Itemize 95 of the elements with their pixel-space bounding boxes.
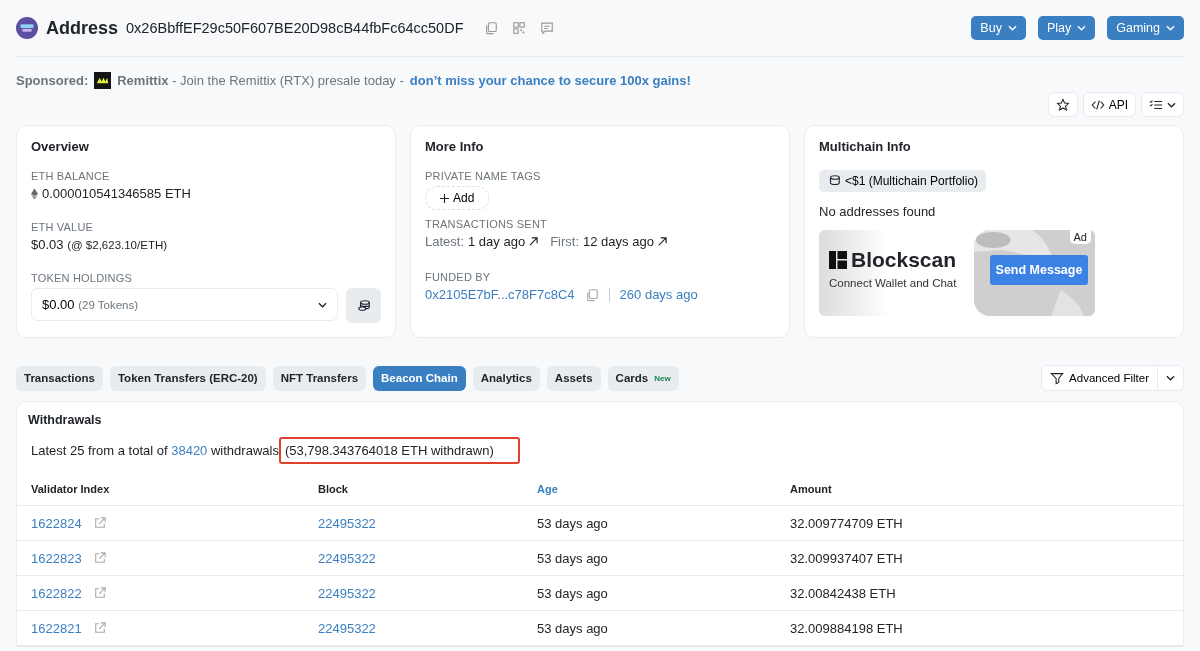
ethereum-icon [31, 187, 38, 200]
page-title: Address [46, 17, 119, 39]
panel-title: Withdrawals [27, 413, 103, 427]
address-hash: 0x26BbffEF29c50F607BE20D98cB44fbFc64cc50DF [126, 20, 464, 36]
total-link[interactable]: 38420 [171, 443, 208, 458]
table-cell: 32.009884198 ETH [790, 621, 903, 636]
card-title: Overview [31, 139, 90, 154]
column-header: Validator Index [31, 483, 110, 495]
send-message-button[interactable]: Send Message [989, 255, 1089, 285]
card-title: More Info [425, 139, 485, 154]
block-link[interactable]: 22495322 [318, 586, 376, 601]
table-cell: 32.009937407 ETH [790, 551, 903, 566]
token-holdings-dropdown[interactable]: $0.00 (29 Tokens) [31, 288, 338, 321]
coins-icon [827, 174, 841, 188]
copy-icon[interactable] [584, 287, 599, 302]
add-tag-button[interactable]: Add [425, 186, 490, 210]
coins-icon [356, 298, 371, 313]
menu-button[interactable]: Play [1037, 16, 1096, 40]
ad-badge: Ad [1069, 230, 1091, 244]
field-label: TRANSACTIONS SENT [425, 218, 548, 230]
logo-icon [94, 72, 112, 89]
sponsored-link[interactable]: don’t miss your chance to secure 100x gains! [409, 73, 691, 88]
chevron-down-icon [1166, 25, 1175, 31]
external-link-icon[interactable] [93, 587, 106, 599]
table-cell: 53 days ago [537, 586, 608, 601]
latest-link[interactable]: 1 day ago [468, 234, 526, 249]
card-title: Multichain Info [819, 139, 912, 154]
portfolio-button[interactable]: <$1 (Multichain Portfolio) [819, 170, 987, 192]
table-cell: 32.009774709 ETH [790, 516, 903, 531]
menu-button[interactable]: Buy [971, 16, 1026, 40]
table-cell: 53 days ago [537, 516, 608, 531]
field-label: ETH BALANCE [31, 170, 111, 182]
favorite-button[interactable] [1047, 92, 1078, 117]
table-cell: 53 days ago [537, 551, 608, 566]
advanced-filter-button[interactable]: Advanced Filter [1041, 365, 1158, 391]
first-link[interactable]: 12 days ago [583, 234, 654, 249]
sponsored-text: Remittix - Join the Remittix (RTX) presale today - [117, 73, 404, 88]
column-header[interactable]: Age [537, 483, 558, 495]
filter-dropdown-button[interactable] [1158, 365, 1184, 391]
chevron-down-icon [1167, 101, 1176, 108]
validator-link[interactable]: 1622824 [31, 516, 82, 531]
tab[interactable]: Beacon Chain [373, 365, 466, 391]
field-label: ETH VALUE [31, 221, 95, 233]
block-link[interactable]: 22495322 [318, 516, 376, 531]
external-link-icon[interactable] [93, 552, 106, 564]
column-header: Amount [790, 483, 832, 495]
menu-button[interactable]: Gaming [1107, 16, 1184, 40]
qr-code-icon[interactable] [511, 21, 526, 35]
chevron-down-icon [318, 301, 327, 308]
validator-link[interactable]: 1622823 [31, 551, 82, 566]
filter-icon [1050, 371, 1065, 385]
comment-icon[interactable] [539, 21, 554, 35]
tab[interactable]: Transactions [16, 365, 103, 391]
external-link-icon[interactable] [93, 622, 106, 634]
withdrawn-total: (53,798.343764018 ETH withdrawn) [278, 437, 520, 464]
eth-balance: 0.000010541346585 ETH [42, 186, 191, 201]
status-text: No addresses found [819, 204, 937, 219]
tab[interactable]: Cards New [607, 365, 679, 391]
field-label: TOKEN HOLDINGS [31, 272, 133, 284]
logo-icon [829, 251, 847, 269]
block-link[interactable]: 22495322 [318, 621, 376, 636]
external-link-icon[interactable] [93, 517, 106, 529]
table-cell: 32.00842438 ETH [790, 586, 896, 601]
tab[interactable]: Token Transfers (ERC-20) [109, 365, 266, 391]
tab[interactable]: Analytics [472, 365, 540, 391]
plus-icon [440, 193, 449, 203]
field-label: FUNDED BY [425, 271, 492, 283]
validator-link[interactable]: 1622821 [31, 621, 82, 636]
validator-link[interactable]: 1622822 [31, 586, 82, 601]
arrow-icon [657, 237, 667, 246]
api-button[interactable]: API [1082, 92, 1136, 117]
sponsored-label: Sponsored: [16, 73, 89, 88]
copy-icon[interactable] [483, 21, 498, 35]
block-link[interactable]: 22495322 [318, 551, 376, 566]
chevron-down-icon [1077, 25, 1087, 31]
column-header: Block [318, 483, 348, 495]
eth-value: $0.03 (@ $2,623.10/ETH) [31, 237, 168, 252]
arrow-icon [529, 237, 539, 246]
chevron-down-icon [1007, 25, 1017, 31]
tab[interactable]: NFT Transfers [272, 365, 367, 391]
first-label: First: [550, 234, 580, 249]
funder-address-link[interactable]: 0x2105E7bF...c78F7c8C4 [425, 287, 575, 302]
funded-age-link[interactable]: 260 days ago [619, 287, 698, 302]
latest-label: Latest: [425, 234, 465, 249]
tab[interactable]: Assets [546, 365, 601, 391]
ad-brand-name: Blockscan [851, 248, 957, 272]
chevron-down-icon [1166, 375, 1175, 381]
list-menu-button[interactable] [1141, 92, 1184, 117]
ad-tagline: Connect Wallet and Chat [829, 277, 958, 289]
table-cell: 53 days ago [537, 621, 608, 636]
coins-button[interactable] [346, 288, 381, 323]
star-icon [1055, 97, 1070, 112]
summary-text: Latest 25 from a total of 38420 withdrawals [31, 443, 279, 458]
avatar-icon [16, 17, 38, 39]
field-label: PRIVATE NAME TAGS [425, 170, 542, 182]
